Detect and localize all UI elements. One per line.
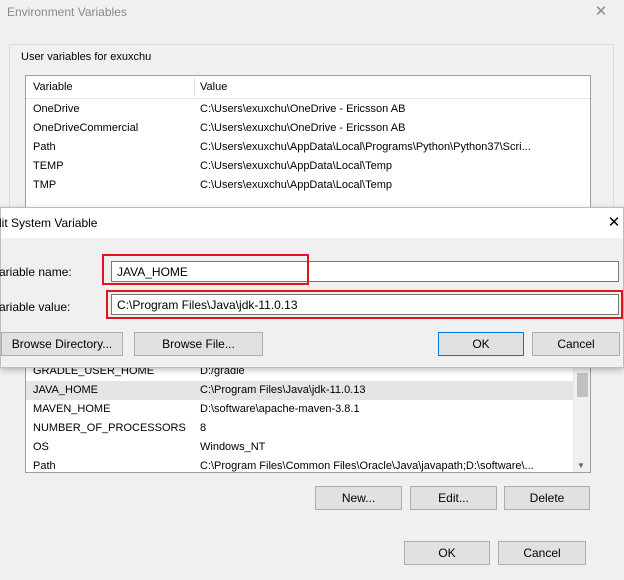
close-icon[interactable]: ✕ — [605, 213, 623, 233]
table-row[interactable]: OS Windows_NT — [26, 438, 574, 457]
variable-name: Path — [33, 141, 56, 153]
table-row[interactable]: OneDrive C:\Users\exuxchu\OneDrive - Eri… — [26, 100, 574, 119]
variable-value-label: ariable value: — [0, 300, 71, 314]
user-variables-label: User variables for exuxchu — [19, 51, 154, 63]
close-icon[interactable]: ✕ — [592, 2, 610, 22]
edit-button[interactable]: Edit... — [410, 486, 497, 510]
browse-file-button[interactable]: Browse File... — [134, 332, 263, 356]
variable-name: JAVA_HOME — [33, 384, 98, 396]
cancel-button[interactable]: Cancel — [498, 541, 586, 565]
variable-value: 8 — [200, 422, 207, 434]
variable-name: Path — [33, 460, 56, 472]
column-header-variable[interactable]: Variable — [33, 81, 73, 93]
variable-value: C:\Users\exuxchu\AppData\Local\Temp — [200, 179, 392, 191]
table-row[interactable]: TEMP C:\Users\exuxchu\AppData\Local\Temp — [26, 157, 574, 176]
ok-button[interactable]: OK — [404, 541, 490, 565]
table-row[interactable]: MAVEN_HOME D:\software\apache-maven-3.8.… — [26, 400, 574, 419]
variable-value: Windows_NT — [200, 441, 266, 453]
cancel-button[interactable]: Cancel — [532, 332, 620, 356]
dialog-title: lit System Variable — [0, 216, 98, 230]
variable-name: OneDrive — [33, 103, 80, 115]
table-row[interactable]: Path C:\Program Files\Common Files\Oracl… — [26, 457, 574, 476]
new-button[interactable]: New... — [315, 486, 402, 510]
browse-directory-button[interactable]: Browse Directory... — [1, 332, 123, 356]
vertical-scrollbar[interactable]: ▼ — [573, 359, 590, 472]
variable-value: C:\Users\exuxchu\OneDrive - Ericsson AB — [200, 122, 406, 134]
system-variables-list[interactable]: GRADLE_USER_HOME D:/gradle JAVA_HOME C:\… — [25, 358, 591, 473]
annotation-highlight-name — [102, 254, 309, 285]
delete-button[interactable]: Delete — [504, 486, 590, 510]
variable-value: C:\Users\exuxchu\AppData\Local\Programs\… — [200, 141, 531, 153]
variable-value: C:\Users\exuxchu\AppData\Local\Temp — [200, 160, 392, 172]
edit-system-variable-dialog: lit System Variable ✕ ariable name: aria… — [0, 207, 624, 368]
list-header: Variable Value — [26, 76, 590, 99]
column-header-value[interactable]: Value — [200, 81, 227, 93]
column-divider[interactable] — [194, 78, 195, 97]
variable-name-label: ariable name: — [0, 265, 72, 279]
variable-name: MAVEN_HOME — [33, 403, 111, 415]
variable-value: D:\software\apache-maven-3.8.1 — [200, 403, 360, 415]
variable-name: TEMP — [33, 160, 64, 172]
variable-name: TMP — [33, 179, 57, 191]
annotation-highlight-value — [106, 290, 623, 319]
ok-button[interactable]: OK — [438, 332, 524, 356]
variable-value: C:\Users\exuxchu\OneDrive - Ericsson AB — [200, 103, 406, 115]
variable-name: NUMBER_OF_PROCESSORS — [33, 422, 186, 434]
table-row[interactable]: Path C:\Users\exuxchu\AppData\Local\Prog… — [26, 138, 574, 157]
variable-name: OneDriveCommercial — [33, 122, 139, 134]
dialog-titlebar[interactable]: lit System Variable ✕ — [0, 208, 623, 238]
table-row[interactable]: TMP C:\Users\exuxchu\AppData\Local\Temp — [26, 176, 574, 195]
table-row[interactable]: NUMBER_OF_PROCESSORS 8 — [26, 419, 574, 438]
user-variables-list[interactable]: Variable Value OneDrive C:\Users\exuxchu… — [25, 75, 591, 210]
table-row[interactable]: OneDriveCommercial C:\Users\exuxchu\OneD… — [26, 119, 574, 138]
scroll-down-icon[interactable]: ▼ — [577, 461, 585, 470]
table-row-selected[interactable]: JAVA_HOME C:\Program Files\Java\jdk-11.0… — [26, 381, 574, 400]
variable-value: C:\Program Files\Java\jdk-11.0.13 — [200, 384, 366, 396]
variable-name: OS — [33, 441, 49, 453]
variable-value: C:\Program Files\Common Files\Oracle\Jav… — [200, 460, 534, 472]
scrollbar-thumb[interactable] — [577, 373, 588, 397]
window-title: Environment Variables — [7, 5, 127, 19]
